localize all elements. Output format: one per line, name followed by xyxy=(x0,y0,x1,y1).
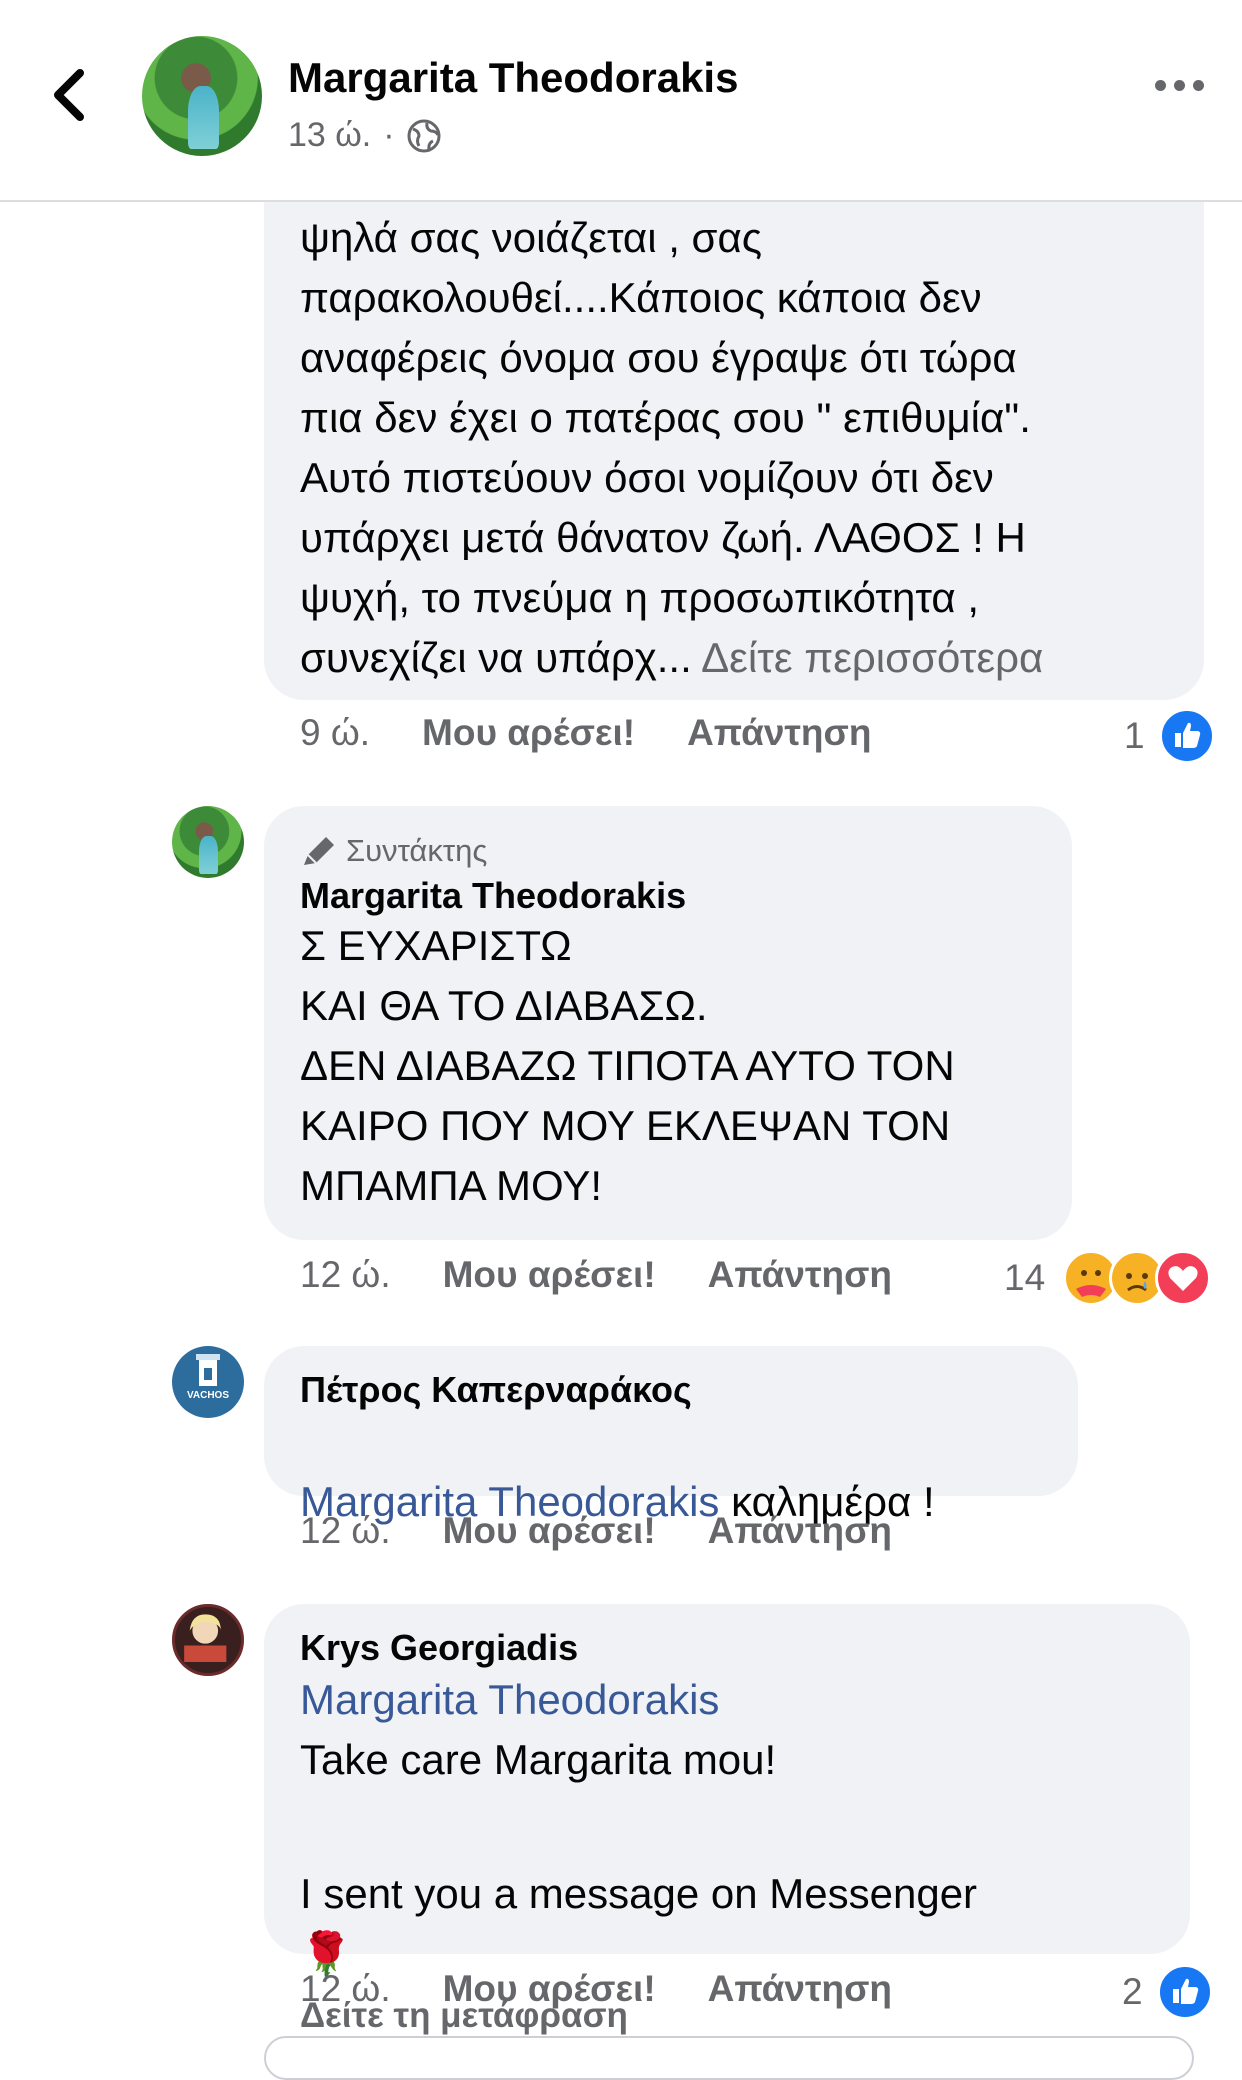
like-button[interactable]: Μου αρέσει! xyxy=(443,1254,656,1296)
post-header: Margarita Theodorakis 13 ώ. · xyxy=(0,0,1242,202)
comment-bubble: Krys Georgiadis Margarita Theodorakis Ta… xyxy=(264,1604,1190,2035)
comment-text: Σ ΕΥΧΑΡΙΣΤΩ ΚΑΙ ΘΑ ΤΟ ΔΙΑΒΑΣΩ. ΔΕΝ ΔΙΑΒΑ… xyxy=(300,922,955,1209)
reaction-count[interactable]: 14 xyxy=(1004,1250,1212,1306)
more-options-icon[interactable] xyxy=(1155,80,1204,91)
like-button[interactable]: Μου αρέσει! xyxy=(443,1510,656,1552)
comment-bubble: ψηλά σας νοιάζεται , σας παρακολουθεί...… xyxy=(264,160,1204,700)
reaction-count[interactable]: 1 xyxy=(1124,708,1215,764)
comment-actions: 12 ώ. Μου αρέσει! Απάντηση xyxy=(300,1254,944,1296)
comment-text: ψηλά σας νοιάζεται , σας παρακολουθεί...… xyxy=(300,208,1168,688)
back-arrow-icon[interactable] xyxy=(48,65,96,125)
love-reaction-icon xyxy=(1155,1250,1212,1306)
reply-button[interactable]: Απάντηση xyxy=(708,1510,892,1552)
like-reaction-icon xyxy=(1156,1964,1213,2020)
commenter-avatar[interactable] xyxy=(172,806,244,878)
comment-line-2: I sent you a message on Messenger 🌹 xyxy=(300,1804,1154,1984)
commenter-name[interactable]: Πέτρος Καπερναράκος xyxy=(300,1368,1042,1412)
comment-actions: 12 ώ. Μου αρέσει! Απάντηση xyxy=(300,1510,944,1552)
like-button[interactable]: Μου αρέσει! xyxy=(422,712,635,754)
like-button[interactable]: Μου αρέσει! xyxy=(443,1968,656,2010)
comment-time: 9 ώ. xyxy=(300,712,371,753)
globe-icon xyxy=(407,119,441,152)
commenter-avatar[interactable]: VACHOS xyxy=(172,1346,244,1418)
author-avatar[interactable] xyxy=(142,36,262,156)
meta-separator: · xyxy=(383,116,395,154)
reply-button[interactable]: Απάντηση xyxy=(708,1968,892,2010)
commenter-name[interactable]: Krys Georgiadis xyxy=(300,1626,1154,1670)
comment-bubble: Συντάκτης Margarita Theodorakis Σ ΕΥΧΑΡΙ… xyxy=(264,806,1072,1240)
pen-icon xyxy=(304,837,334,865)
commenter-name[interactable]: Margarita Theodorakis xyxy=(300,874,1036,918)
comment-time: 12 ώ. xyxy=(300,1510,391,1551)
avatar-logo-text: VACHOS xyxy=(187,1390,229,1401)
mention-link[interactable]: Margarita Theodorakis xyxy=(300,1670,1154,1730)
comment-bubble: Πέτρος Καπερναράκος Margarita Theodoraki… xyxy=(264,1346,1078,1525)
comment-actions: 9 ώ. Μου αρέσει! Απάντηση xyxy=(300,712,923,754)
reaction-number: 1 xyxy=(1124,715,1145,756)
reply-button[interactable]: Απάντηση xyxy=(687,712,871,754)
reply-button[interactable]: Απάντηση xyxy=(708,1254,892,1296)
post-time: 13 ώ. xyxy=(288,116,372,154)
reaction-number: 14 xyxy=(1004,1257,1046,1298)
author-badge: Συντάκτης xyxy=(300,828,1036,874)
comment-time: 12 ώ. xyxy=(300,1968,391,2009)
comment-body: ψηλά σας νοιάζεται , σας παρακολουθεί...… xyxy=(300,214,1031,681)
comment-actions: 12 ώ. Μου αρέσει! Απάντηση xyxy=(300,1968,944,2010)
commenter-avatar[interactable] xyxy=(172,1604,244,1676)
reaction-number: 2 xyxy=(1122,1971,1143,2012)
reaction-count[interactable]: 2 xyxy=(1122,1964,1213,2020)
like-reaction-icon xyxy=(1158,708,1215,764)
comment-time: 12 ώ. xyxy=(300,1254,391,1295)
badge-label: Συντάκτης xyxy=(346,833,488,868)
author-name[interactable]: Margarita Theodorakis xyxy=(288,54,738,102)
comment-line-1: Take care Margarita mou! xyxy=(300,1736,777,1783)
comment-input-edge[interactable] xyxy=(264,2036,1194,2080)
see-more-link[interactable]: Δείτε περισσότερα xyxy=(701,634,1043,681)
comment-body: I sent you a message on Messenger xyxy=(300,1870,978,1917)
post-meta: 13 ώ. · xyxy=(288,116,441,155)
